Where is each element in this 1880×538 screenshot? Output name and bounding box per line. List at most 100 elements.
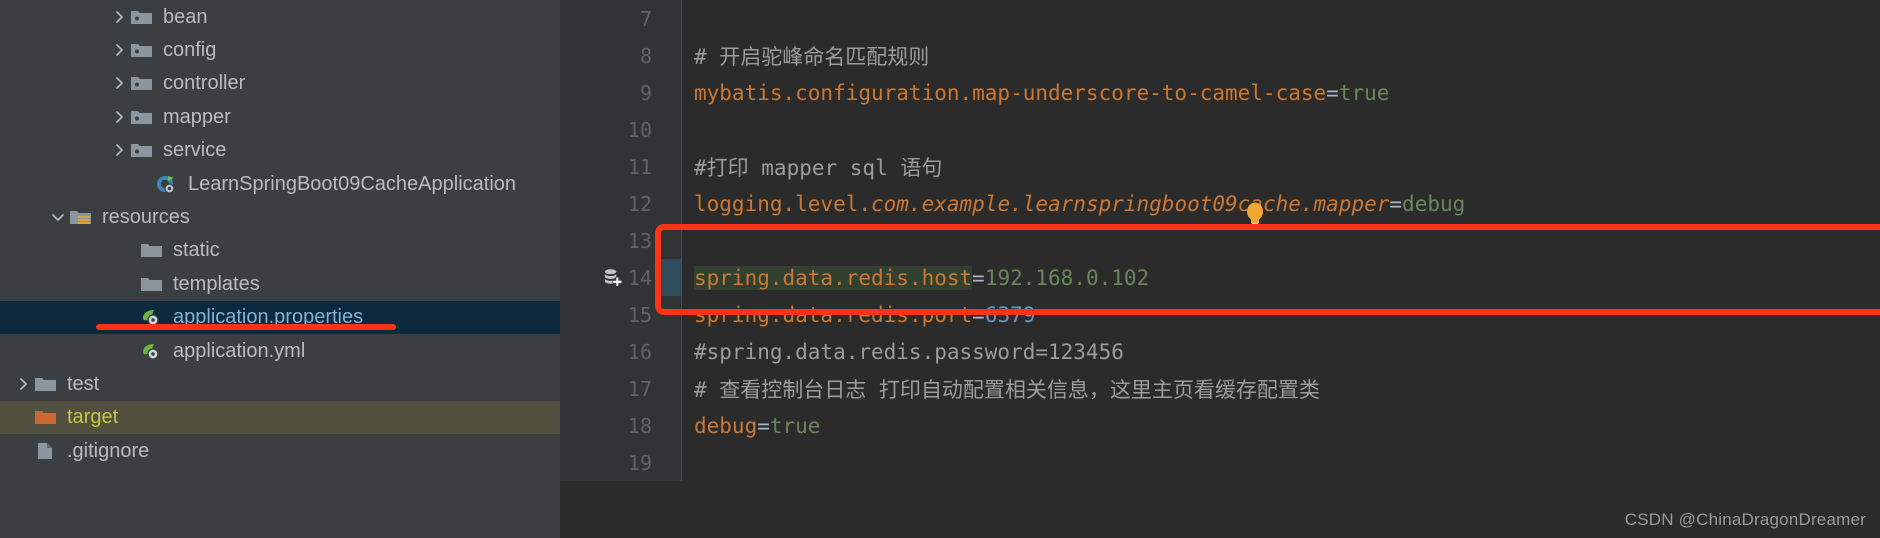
- chevron-right-icon[interactable]: [108, 143, 130, 157]
- tree-item-static[interactable]: static: [0, 234, 560, 267]
- code-token-comment: #打印 mapper sql 语句: [694, 155, 943, 180]
- line-gutter[interactable]: 11: [560, 148, 660, 185]
- chevron-down-icon[interactable]: [47, 210, 69, 224]
- package-folder-icon: [130, 73, 156, 93]
- tree-item-bean[interactable]: bean: [0, 0, 560, 33]
- line-number: 17: [627, 376, 652, 401]
- code-text[interactable]: #spring.data.redis.password=123456: [682, 333, 1880, 370]
- application-properties-underline: [96, 324, 396, 330]
- tree-item-service[interactable]: service: [0, 134, 560, 167]
- tree-item-label: controller: [163, 72, 246, 95]
- tree-item-label: service: [163, 139, 227, 162]
- code-line[interactable]: 12 logging.level.com.example.learnspringb…: [560, 185, 1880, 222]
- chevron-right-icon[interactable]: [12, 377, 34, 391]
- tree-item-label: mapper: [163, 105, 231, 128]
- annotation-strip: [660, 185, 682, 222]
- tree-item-label: .gitignore: [67, 439, 150, 462]
- chevron-right-icon[interactable]: [108, 76, 130, 90]
- line-gutter[interactable]: 16: [560, 333, 660, 370]
- tree-item-gitignore[interactable]: .gitignore: [0, 434, 560, 467]
- chevron-right-icon[interactable]: [108, 10, 130, 24]
- code-text[interactable]: [682, 222, 1880, 259]
- code-text[interactable]: # 查看控制台日志 打印自动配置相关信息，这里主页看缓存配置类: [682, 370, 1880, 407]
- line-gutter[interactable]: 9: [560, 74, 660, 111]
- code-line[interactable]: 11 #打印 mapper sql 语句: [560, 148, 1880, 185]
- code-line[interactable]: 7: [560, 0, 1880, 37]
- tree-item-templates[interactable]: templates: [0, 267, 560, 300]
- project-tree-panel[interactable]: bean config controller mapper service LearnSp…: [0, 0, 560, 538]
- tree-item-config[interactable]: config: [0, 33, 560, 66]
- line-number: 11: [627, 154, 652, 179]
- code-text[interactable]: [682, 111, 1880, 148]
- project-tree-list[interactable]: bean config controller mapper service LearnSp…: [0, 0, 560, 467]
- line-number: 8: [639, 43, 652, 68]
- code-line[interactable]: 14 spring.data.redis.host=192.168.0.102: [560, 259, 1880, 296]
- resources-folder-icon: [69, 207, 95, 227]
- code-text[interactable]: spring.data.redis.host=192.168.0.102: [682, 259, 1880, 296]
- package-folder-icon: [130, 107, 156, 127]
- tree-item-application-yml[interactable]: application.yml: [0, 334, 560, 367]
- line-gutter[interactable]: 10: [560, 111, 660, 148]
- code-text[interactable]: [682, 0, 1880, 37]
- tree-item-mapper[interactable]: mapper: [0, 100, 560, 133]
- tree-item-label: target: [67, 406, 119, 429]
- tree-item-learnspringboot09cacheapplication[interactable]: LearnSpringBoot09CacheApplication: [0, 167, 560, 200]
- line-number: 10: [627, 117, 652, 142]
- annotation-strip: [660, 407, 682, 444]
- code-token-comment: # 开启驼峰命名匹配规则: [694, 44, 930, 69]
- chevron-right-icon[interactable]: [108, 43, 130, 57]
- tree-item-label: test: [67, 372, 100, 395]
- line-gutter[interactable]: 14: [560, 259, 660, 296]
- tree-item-label: bean: [163, 5, 208, 28]
- code-text[interactable]: # 开启驼峰命名匹配规则: [682, 37, 1880, 74]
- code-token-sep: =: [1389, 191, 1403, 216]
- code-line[interactable]: 17 # 查看控制台日志 打印自动配置相关信息，这里主页看缓存配置类: [560, 370, 1880, 407]
- code-text[interactable]: mybatis.configuration.map-underscore-to-…: [682, 74, 1880, 111]
- code-line[interactable]: 13: [560, 222, 1880, 259]
- tree-item-resources[interactable]: resources: [0, 200, 560, 233]
- line-number: 14: [627, 265, 652, 290]
- code-text[interactable]: logging.level.com.example.learnspringboo…: [682, 185, 1880, 222]
- tree-item-target[interactable]: target: [0, 400, 560, 435]
- code-line[interactable]: 8 # 开启驼峰命名匹配规则: [560, 37, 1880, 74]
- line-number: 12: [627, 191, 652, 216]
- line-gutter[interactable]: 13: [560, 222, 660, 259]
- line-gutter[interactable]: 19: [560, 444, 660, 481]
- database-add-icon[interactable]: [602, 267, 624, 289]
- code-token-sep: =: [972, 302, 985, 327]
- line-gutter[interactable]: 15: [560, 296, 660, 333]
- annotation-strip: [660, 444, 682, 481]
- line-number: 18: [627, 413, 652, 438]
- line-gutter[interactable]: 7: [560, 0, 660, 37]
- code-line[interactable]: 19: [560, 444, 1880, 481]
- code-token-val-green: 192.168.0.102: [984, 265, 1150, 290]
- code-token-val-blue: 6379: [984, 302, 1036, 327]
- code-lines[interactable]: 7 8 # 开启驼峰命名匹配规则 9 mybatis.configuration.map…: [560, 0, 1880, 481]
- code-line[interactable]: 15 spring.data.redis.port=6379: [560, 296, 1880, 333]
- file-icon: [34, 441, 60, 461]
- code-line[interactable]: 18 debug=true: [560, 407, 1880, 444]
- tree-item-label: static: [173, 239, 220, 262]
- code-text[interactable]: #打印 mapper sql 语句: [682, 148, 1880, 185]
- code-text[interactable]: [682, 444, 1880, 481]
- annotation-strip: [660, 37, 682, 74]
- code-token-key: debug: [694, 413, 758, 438]
- lightbulb-icon[interactable]: [1246, 202, 1264, 228]
- code-line[interactable]: 16 #spring.data.redis.password=123456: [560, 333, 1880, 370]
- line-gutter[interactable]: 8: [560, 37, 660, 74]
- line-gutter[interactable]: 18: [560, 407, 660, 444]
- line-number: 9: [639, 80, 652, 105]
- tree-item-test[interactable]: test: [0, 367, 560, 400]
- code-line[interactable]: 9 mybatis.configuration.map-underscore-to…: [560, 74, 1880, 111]
- code-token-comment: # 查看控制台日志 打印自动配置相关信息，这里主页看缓存配置类: [694, 377, 1320, 402]
- annotation-strip: [660, 370, 682, 407]
- code-text[interactable]: debug=true: [682, 407, 1880, 444]
- line-gutter[interactable]: 12: [560, 185, 660, 222]
- excluded-folder-icon: [34, 407, 60, 427]
- tree-item-controller[interactable]: controller: [0, 67, 560, 100]
- code-editor[interactable]: 7 8 # 开启驼峰命名匹配规则 9 mybatis.configuration.map…: [560, 0, 1880, 538]
- code-line[interactable]: 10: [560, 111, 1880, 148]
- code-text[interactable]: spring.data.redis.port=6379: [682, 296, 1880, 333]
- line-gutter[interactable]: 17: [560, 370, 660, 407]
- chevron-right-icon[interactable]: [108, 110, 130, 124]
